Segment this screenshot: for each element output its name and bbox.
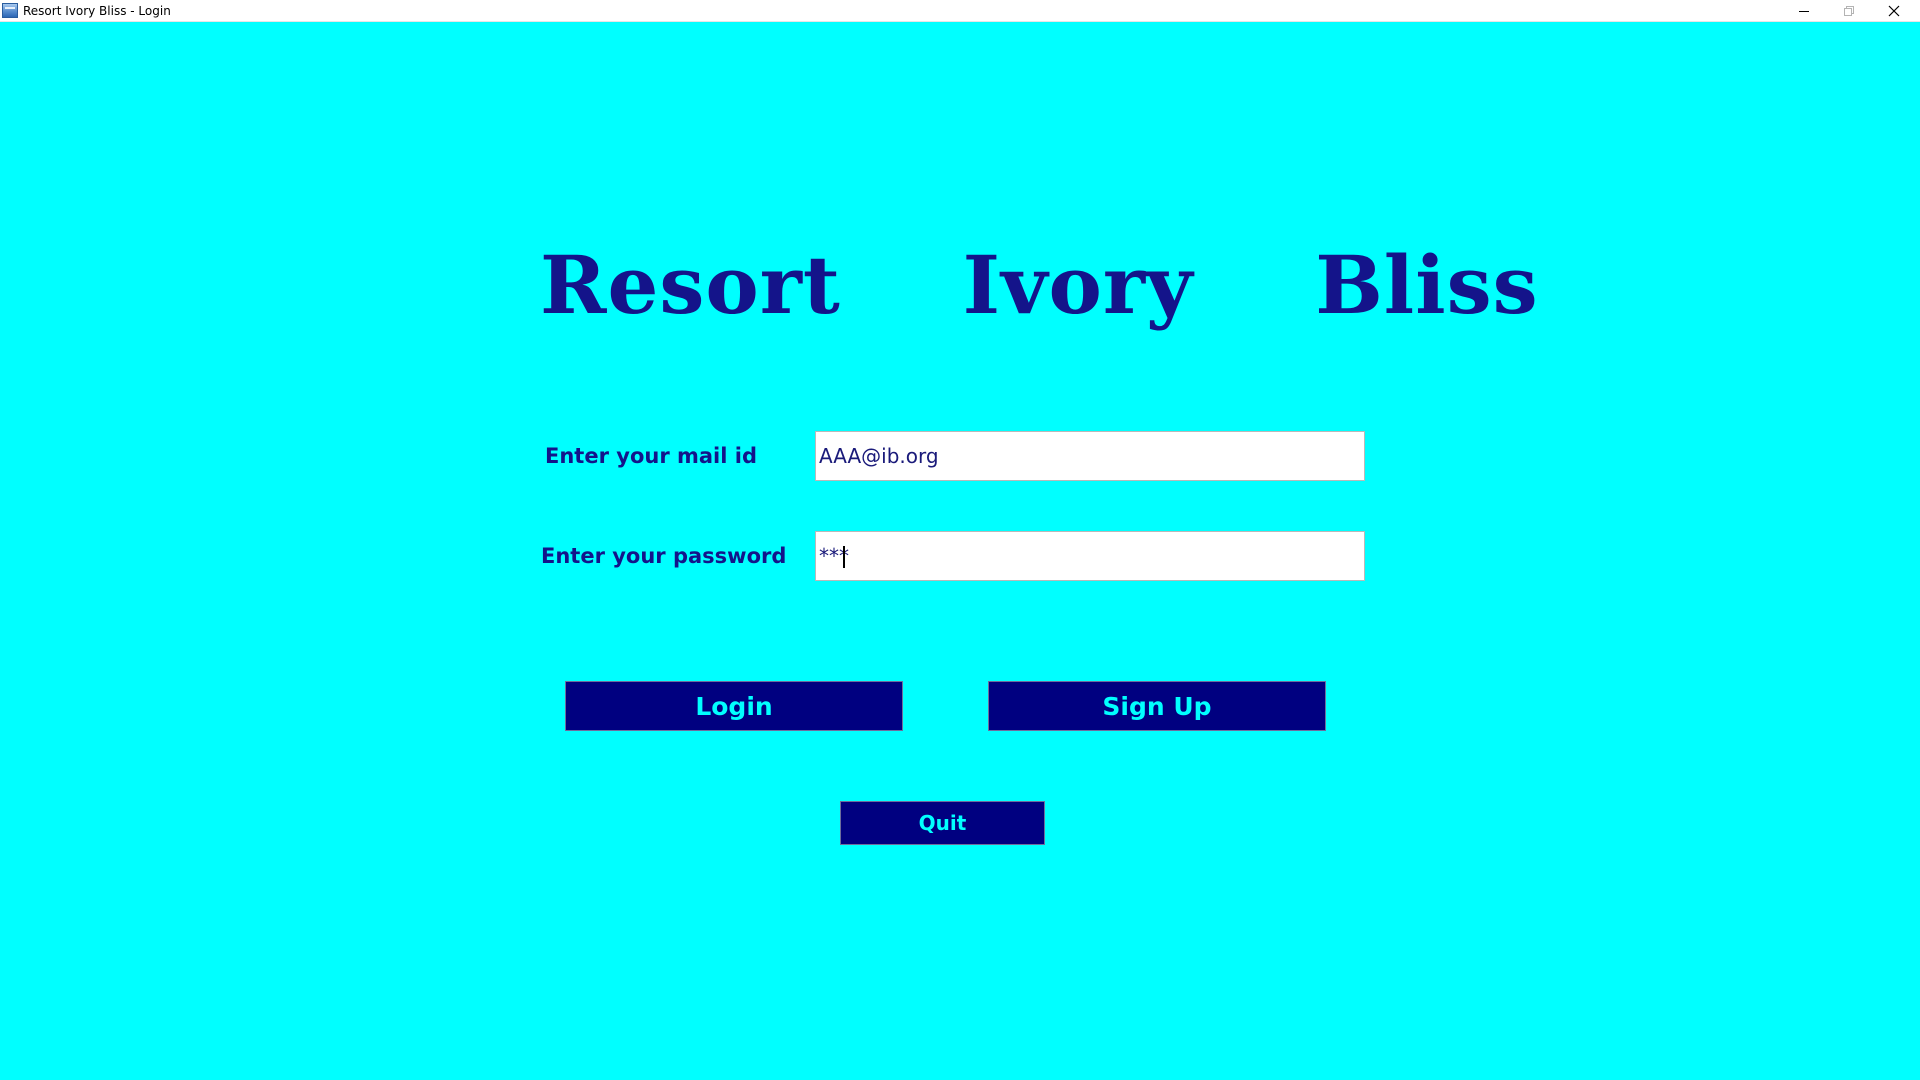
login-button[interactable]: Login — [565, 681, 903, 731]
maximize-icon — [1843, 6, 1854, 16]
page-title: Resort Ivory Bliss — [540, 238, 1539, 332]
maximize-button[interactable] — [1826, 0, 1871, 22]
title-bar[interactable]: Resort Ivory Bliss - Login — [0, 0, 1920, 22]
login-window: Resort Ivory Bliss - Login Resort Ivory … — [0, 0, 1920, 1080]
password-input[interactable] — [815, 531, 1365, 581]
quit-button[interactable]: Quit — [840, 801, 1045, 845]
close-button[interactable] — [1871, 0, 1916, 22]
mail-input[interactable] — [815, 431, 1365, 481]
app-icon — [2, 3, 18, 18]
mail-label: Enter your mail id — [545, 444, 757, 468]
signup-button[interactable]: Sign Up — [988, 681, 1326, 731]
window-title: Resort Ivory Bliss - Login — [23, 4, 171, 18]
close-icon — [1888, 5, 1899, 17]
minimize-button[interactable] — [1781, 0, 1826, 22]
minimize-icon — [1798, 11, 1809, 12]
text-caret — [843, 546, 845, 568]
password-label: Enter your password — [541, 544, 787, 568]
